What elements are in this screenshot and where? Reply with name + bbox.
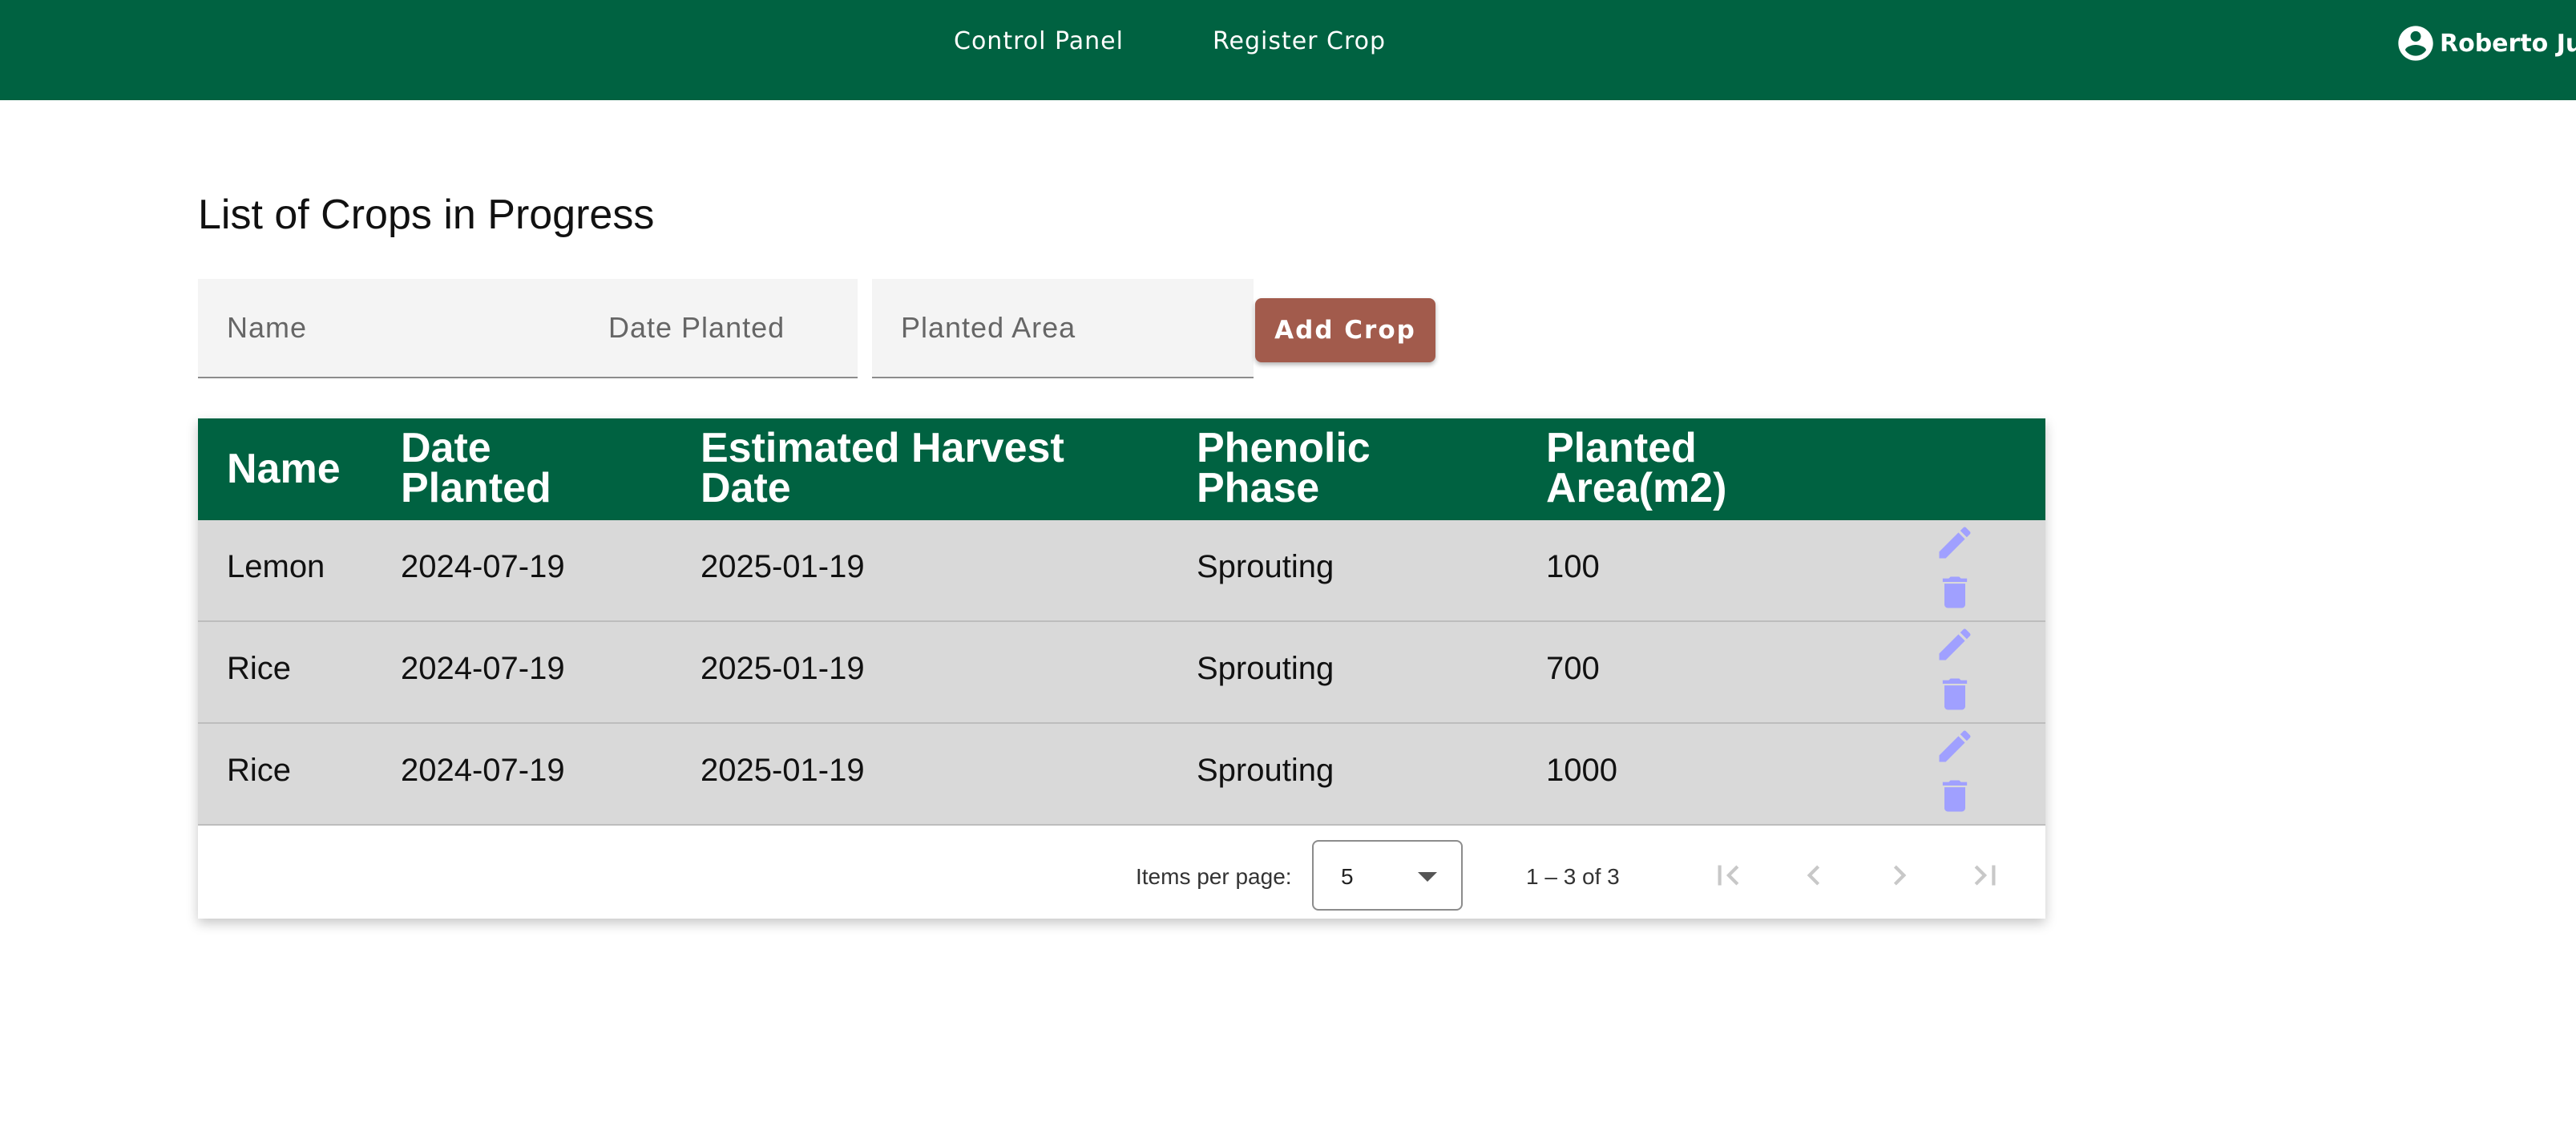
header-estimated-harvest: Estimated Harvest Date [701, 425, 1064, 511]
header-phenolic-phase: Phenolic Phase [1197, 425, 1371, 511]
pencil-icon[interactable] [1934, 522, 1976, 564]
nav-register-crop[interactable]: Register Crop [1213, 27, 1386, 55]
cell-phase: Sprouting [1197, 549, 1334, 584]
pencil-icon[interactable] [1934, 624, 1976, 665]
table-header: Name Date Planted Estimated Harvest Date P… [198, 418, 2045, 520]
cell-area: 700 [1546, 651, 1600, 686]
user-name: Roberto Juan [2440, 29, 2576, 58]
page-title: List of Crops in Progress [198, 192, 655, 238]
cell-harvest: 2025-01-19 [701, 753, 865, 788]
date-planted-input[interactable] [579, 279, 858, 377]
trash-icon[interactable] [1934, 673, 1976, 715]
cell-phase: Sprouting [1197, 753, 1334, 788]
first-page-icon[interactable] [1708, 855, 1748, 895]
top-navbar: Control Panel Register Crop Roberto Juan [0, 0, 2576, 100]
items-per-page-label: Items per page: [1136, 864, 1292, 889]
chevron-right-icon[interactable] [1880, 855, 1920, 895]
name-input[interactable] [198, 279, 579, 377]
cell-date-planted: 2024-07-19 [401, 549, 565, 584]
cell-name: Rice [227, 651, 292, 686]
table-row: Rice 2024-07-19 2025-01-19 Sprouting 100… [198, 724, 2045, 826]
name-field[interactable] [198, 279, 579, 378]
table-row: Rice 2024-07-19 2025-01-19 Sprouting 700 [198, 622, 2045, 724]
account-circle-icon [2395, 22, 2437, 64]
header-date-planted: Date Planted [401, 425, 551, 511]
cell-area: 100 [1546, 549, 1600, 584]
trash-icon[interactable] [1934, 775, 1976, 817]
last-page-icon[interactable] [1965, 855, 2005, 895]
cell-area: 1000 [1546, 753, 1617, 788]
header-planted-area: Planted Area(m2) [1546, 425, 1727, 511]
cell-phase: Sprouting [1197, 651, 1334, 686]
add-crop-button[interactable]: Add Crop [1255, 298, 1435, 362]
cell-name: Lemon [227, 549, 325, 584]
cell-harvest: 2025-01-19 [701, 651, 865, 686]
chevron-left-icon[interactable] [1794, 855, 1834, 895]
user-menu[interactable]: Roberto Juan [2395, 22, 2576, 64]
caret-down-icon [1418, 872, 1437, 882]
planted-area-field[interactable] [872, 279, 1254, 378]
page-size-select[interactable]: 5 [1312, 840, 1463, 911]
nav-control-panel[interactable]: Control Panel [954, 27, 1124, 55]
page-size-value: 5 [1341, 864, 1354, 889]
trash-icon[interactable] [1934, 572, 1976, 613]
cell-name: Rice [227, 753, 292, 788]
date-planted-field[interactable] [579, 279, 858, 378]
planted-area-input[interactable] [872, 279, 1254, 377]
cell-date-planted: 2024-07-19 [401, 753, 565, 788]
paginator: Items per page: 5 1 – 3 of 3 [198, 838, 2045, 918]
table-row: Lemon 2024-07-19 2025-01-19 Sprouting 10… [198, 520, 2045, 622]
pencil-icon[interactable] [1934, 725, 1976, 767]
cell-harvest: 2025-01-19 [701, 549, 865, 584]
header-name: Name [227, 446, 341, 492]
cell-date-planted: 2024-07-19 [401, 651, 565, 686]
page-range-label: 1 – 3 of 3 [1526, 864, 1620, 889]
